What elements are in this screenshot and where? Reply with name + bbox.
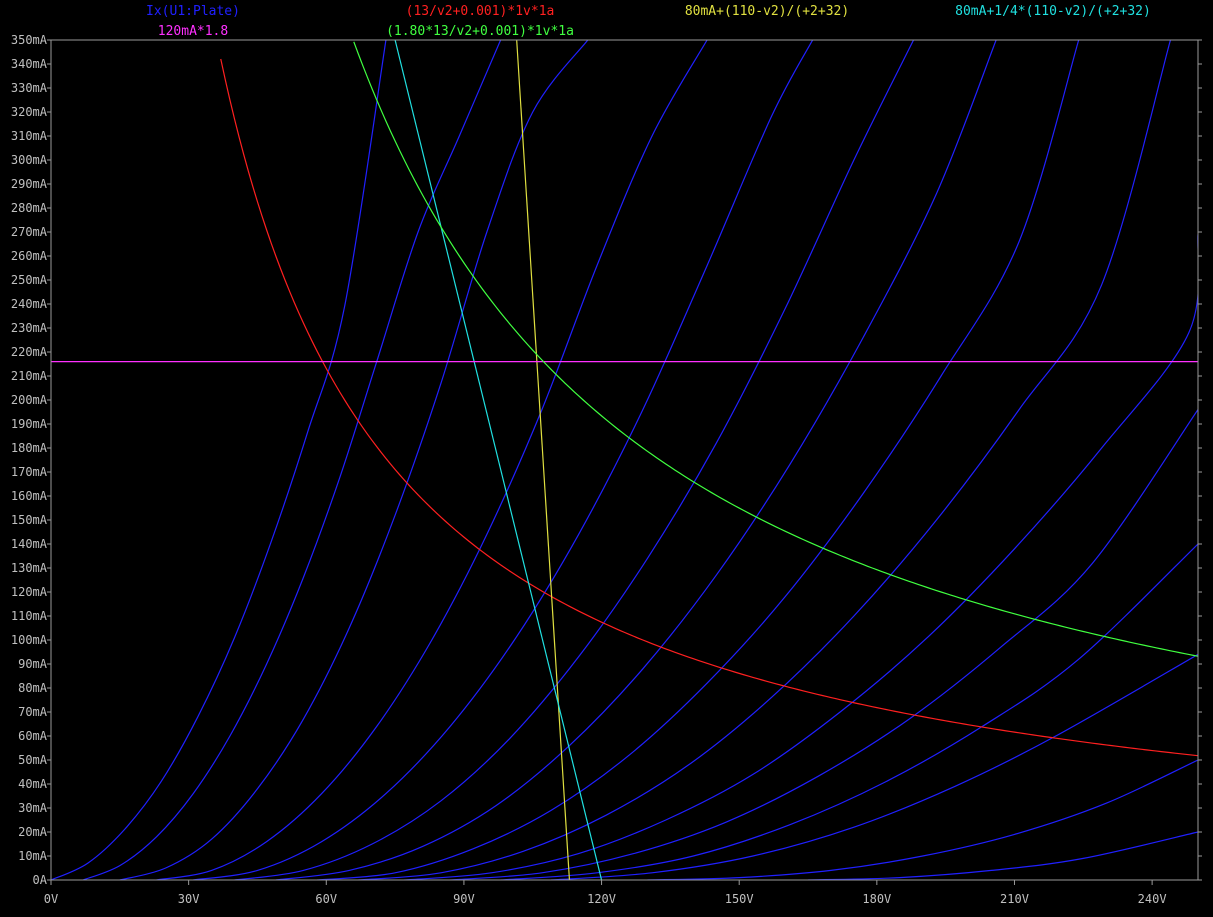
y-tick-label: 130mA [11, 561, 48, 575]
series-0-ix-u1-plate-curve-3 [156, 40, 708, 880]
y-tick-label: 320mA [11, 105, 48, 119]
y-tick-label: 260mA [11, 249, 48, 263]
series-0-ix-u1-plate-curve-1 [82, 40, 502, 880]
legend-layer: Ix(U1:Plate) (13/v2+0.001)*1v*1a 80mA+(110… [146, 4, 1151, 39]
series-5-1-80-13-v2-0-001-1v-1a-line [353, 41, 1198, 657]
y-tick-label: 30mA [18, 801, 48, 815]
series-2-80ma-110-v2-2-32-line [516, 40, 571, 880]
x-tick-label: 180V [862, 892, 891, 906]
y-tick-label: 100mA [11, 633, 48, 647]
series-0-ix-u1-plate-curve-14 [808, 831, 1198, 880]
y-tick-label: 300mA [11, 153, 48, 167]
y-tick-label: 200mA [11, 393, 48, 407]
y-tick-label: 60mA [18, 729, 48, 743]
legend-entry-2: 80mA+(110-v2)/(+2+32) [685, 4, 849, 19]
ticks-layer: 0A 10mA 20mA 30mA 40mA 50mA 60mA 70mA 80mA 90mA 10… [11, 33, 1202, 906]
series-0-ix-u1-plate-curve-6 [275, 40, 997, 880]
y-tick-label: 350mA [11, 33, 48, 47]
y-tick-label: 340mA [11, 57, 48, 71]
series-0-ix-u1-plate-curve-5 [234, 40, 915, 880]
y-tick-label: 220mA [11, 345, 48, 359]
y-tick-label: 90mA [18, 657, 48, 671]
y-tick-label: 140mA [11, 537, 48, 551]
y-tick-label: 290mA [11, 177, 48, 191]
axes-layer [50, 39, 1199, 881]
y-tick-label: 70mA [18, 705, 48, 719]
legend-entry-5: (1.80*13/v2+0.001)*1v*1a [386, 24, 574, 39]
y-tick-label: 20mA [18, 825, 48, 839]
x-tick-label: 90V [453, 892, 475, 906]
x-tick-label: 30V [178, 892, 200, 906]
series-0-ix-u1-plate-curve-10 [450, 409, 1198, 880]
x-tick-label: 60V [315, 892, 337, 906]
y-tick-label: 120mA [11, 585, 48, 599]
y-tick-label: 210mA [11, 369, 48, 383]
series-0-ix-u1-plate-curve-2 [119, 40, 589, 880]
x-tick-label: 0V [44, 892, 58, 906]
y-tick-label: 40mA [18, 777, 48, 791]
series-0-ix-u1-plate-curve-12 [551, 653, 1198, 880]
y-tick-label: 330mA [11, 81, 48, 95]
y-tick-label: 10mA [18, 849, 48, 863]
y-tick-label: 150mA [11, 513, 48, 527]
y-tick-label: 170mA [11, 465, 48, 479]
legend-entry-0: Ix(U1:Plate) [146, 4, 240, 19]
y-tick-label: 240mA [11, 297, 48, 311]
y-tick-label: 50mA [18, 753, 48, 767]
legend-entry-4: 120mA*1.8 [158, 24, 228, 39]
series-0-ix-u1-plate-curve-7 [317, 40, 1080, 880]
y-tick-label: 230mA [11, 321, 48, 335]
x-tick-label: 120V [587, 892, 616, 906]
y-tick-label: 190mA [11, 417, 48, 431]
series-0-ix-u1-plate-curve-9 [404, 234, 1198, 880]
characteristic-chart: 0A 10mA 20mA 30mA 40mA 50mA 60mA 70mA 80mA 90mA 10… [11, 4, 1202, 906]
series-0-ix-u1-plate-curve-4 [193, 40, 814, 880]
y-tick-label: 280mA [11, 201, 48, 215]
y-tick-label: 160mA [11, 489, 48, 503]
x-tick-label: 240V [1138, 892, 1167, 906]
legend-entry-3: 80mA+1/4*(110-v2)/(+2+32) [955, 4, 1151, 19]
series-0-ix-u1-plate-curve-11 [500, 543, 1198, 880]
y-tick-label: 270mA [11, 225, 48, 239]
y-tick-label: 310mA [11, 129, 48, 143]
series-0-ix-u1-plate-curve-0 [51, 40, 387, 880]
legend-entry-1: (13/v2+0.001)*1v*1a [406, 4, 555, 19]
x-tick-label: 150V [725, 892, 754, 906]
y-tick-label: 80mA [18, 681, 48, 695]
plot-window: 0A 10mA 20mA 30mA 40mA 50mA 60mA 70mA 80mA 90mA 10… [0, 0, 1213, 912]
y-tick-label: 110mA [11, 609, 48, 623]
series-0-ix-u1-plate-curve-8 [358, 40, 1172, 880]
y-tick-label: 0A [33, 873, 48, 887]
y-tick-label: 180mA [11, 441, 48, 455]
x-tick-label: 210V [1000, 892, 1029, 906]
y-tick-label: 250mA [11, 273, 48, 287]
plot-frame [50, 39, 1199, 881]
curves-layer [51, 40, 1198, 880]
